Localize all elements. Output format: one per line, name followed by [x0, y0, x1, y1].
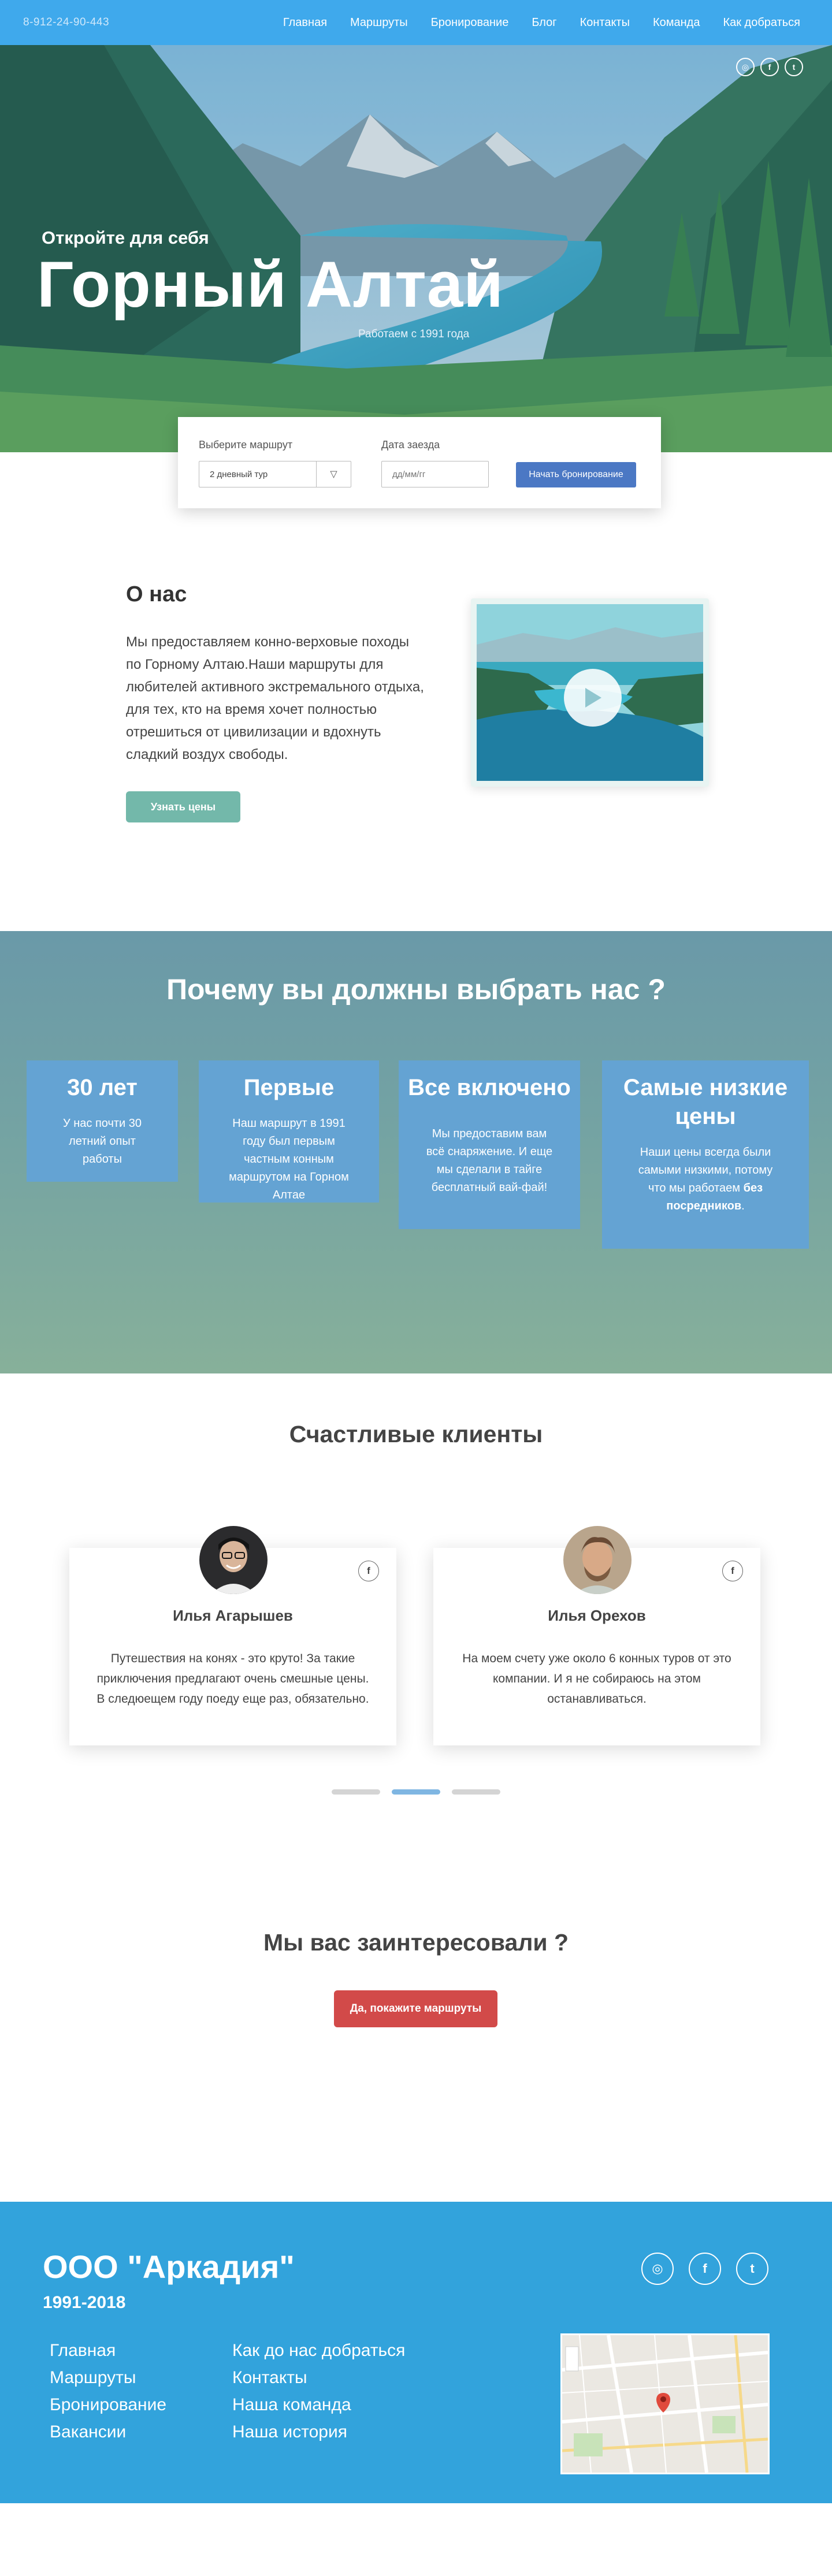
slider-dots [0, 1789, 832, 1795]
video-player[interactable] [471, 598, 709, 787]
company-name: ООО "Аркадия" [43, 2249, 295, 2285]
hero-socials: ◎ f t [736, 58, 803, 76]
about-text: Мы предоставляем конно-верховые походы п… [126, 634, 424, 762]
phone-number[interactable]: 8-912-24-90-443 [23, 16, 109, 29]
why-card-text-end: . [741, 1200, 745, 1212]
hero-since: Работаем с 1991 года [358, 328, 470, 340]
about-title: О нас [126, 582, 187, 606]
slider-dot[interactable] [392, 1789, 440, 1795]
why-card-text: Наши цены всегда были самыми низкими, по… [602, 1144, 809, 1215]
why-card-heading: 30 лет [67, 1075, 138, 1100]
cta-title: Мы вас заинтересовали ? [263, 1929, 569, 1956]
why-card: Самые низкие цены Наши цены всегда были … [602, 1060, 809, 1249]
play-icon [585, 688, 601, 708]
learn-prices-button[interactable]: Узнать цены [126, 791, 240, 822]
avatar [199, 1526, 268, 1594]
route-label: Выберите маршрут [199, 439, 293, 451]
map-image [562, 2335, 768, 2473]
location-map[interactable] [560, 2333, 770, 2474]
twitter-icon[interactable]: t [785, 58, 803, 76]
footer-link[interactable]: Бронирование [50, 2391, 166, 2418]
nav-item-directions[interactable]: Как добраться [723, 16, 800, 29]
avatar [563, 1526, 632, 1594]
nav-item-team[interactable]: Команда [653, 16, 700, 29]
slider-dot[interactable] [332, 1789, 380, 1795]
review-text: На моем счету уже около 6 конных туров о… [462, 1652, 731, 1706]
date-input[interactable] [381, 461, 489, 487]
footer-links-left: Главная Маршруты Бронирование Вакансии [50, 2337, 166, 2445]
review-text: Путешествия на конях - это круто! За так… [96, 1652, 369, 1706]
booking-form: Выберите маршрут 2 дневный тур ▽ Дата за… [178, 417, 661, 508]
review-name: Илья Орехов [548, 1607, 646, 1624]
footer-link[interactable]: Наша история [232, 2418, 405, 2445]
avatar-photo [199, 1526, 268, 1594]
why-us-title: Почему вы должны выбрать нас ? [166, 973, 666, 1006]
footer-link[interactable]: Как до нас добраться [232, 2337, 405, 2364]
facebook-icon[interactable]: f [760, 58, 779, 76]
why-card-text: Мы предоставим вам всё снаряжение. И еще… [426, 1127, 553, 1194]
why-card: Первые Наш маршрут в 1991 году был первы… [199, 1060, 379, 1203]
instagram-icon[interactable]: ◎ [641, 2253, 674, 2285]
route-select[interactable]: 2 дневный тур ▽ [199, 461, 351, 487]
avatar-photo [563, 1526, 632, 1594]
start-booking-button[interactable]: Начать бронирование [516, 462, 636, 487]
footer-link[interactable]: Наша команда [232, 2391, 405, 2418]
footer-link[interactable]: Вакансии [50, 2418, 166, 2445]
company-years: 1991-2018 [43, 2293, 126, 2312]
show-routes-button[interactable]: Да, покажите маршруты [334, 1990, 497, 2027]
why-card-heading: Все включено [408, 1075, 571, 1100]
why-card-text: Наш маршрут в 1991 году был первым частн… [229, 1117, 349, 1201]
why-card: 30 лет У нас почти 30 летний опыт работы [27, 1060, 178, 1182]
nav-item-home[interactable]: Главная [283, 16, 327, 29]
footer-links-right: Как до нас добраться Контакты Наша коман… [232, 2337, 405, 2445]
facebook-icon[interactable]: f [722, 1561, 743, 1581]
hero-title: Горный Алтай [37, 248, 504, 321]
why-us-section: Почему вы должны выбрать нас ? 30 лет У … [0, 931, 832, 1373]
date-label: Дата заезда [381, 439, 440, 451]
why-card-text: У нас почти 30 летний опыт работы [62, 1117, 142, 1166]
hero-kicker: Откройте для себя [42, 228, 209, 248]
play-button[interactable] [564, 669, 622, 727]
nav-item-booking[interactable]: Бронирование [431, 16, 509, 29]
slider-dot[interactable] [452, 1789, 500, 1795]
why-card: Все включено Мы предоставим вам всё снар… [399, 1060, 580, 1229]
facebook-icon[interactable]: f [358, 1561, 379, 1581]
triangle-down-icon[interactable]: ▽ [316, 461, 351, 487]
nav-item-blog[interactable]: Блог [532, 16, 556, 29]
route-select-value: 2 дневный тур [210, 469, 268, 479]
footer-link[interactable]: Контакты [232, 2364, 405, 2391]
why-card-heading: Самые низкие цены [623, 1075, 788, 1129]
footer-link[interactable]: Главная [50, 2337, 166, 2364]
clients-title: Счастливые клиенты [289, 1421, 543, 1447]
review-card: f Илья Агарышев Путешествия на конях - э… [69, 1526, 396, 1745]
nav-item-routes[interactable]: Маршруты [350, 16, 408, 29]
nav-item-contacts[interactable]: Контакты [580, 16, 630, 29]
twitter-icon[interactable]: t [736, 2253, 768, 2285]
top-navbar: 8-912-24-90-443 Главная Маршруты Брониро… [0, 0, 832, 45]
hero-section: ◎ f t Откройте для себя Горный Алтай Раб… [0, 45, 832, 452]
footer: ООО "Аркадия" 1991-2018 ◎ f t Главная Ма… [0, 2202, 832, 2503]
nav-menu: Главная Маршруты Бронирование Блог Конта… [283, 16, 800, 29]
why-card-heading: Первые [243, 1075, 335, 1100]
instagram-icon[interactable]: ◎ [736, 58, 755, 76]
footer-link[interactable]: Маршруты [50, 2364, 166, 2391]
review-name: Илья Агарышев [173, 1607, 293, 1624]
review-card: f Илья Орехов На моем счету уже около 6 … [433, 1526, 760, 1745]
facebook-icon[interactable]: f [689, 2253, 721, 2285]
footer-socials: ◎ f t [641, 2253, 768, 2285]
